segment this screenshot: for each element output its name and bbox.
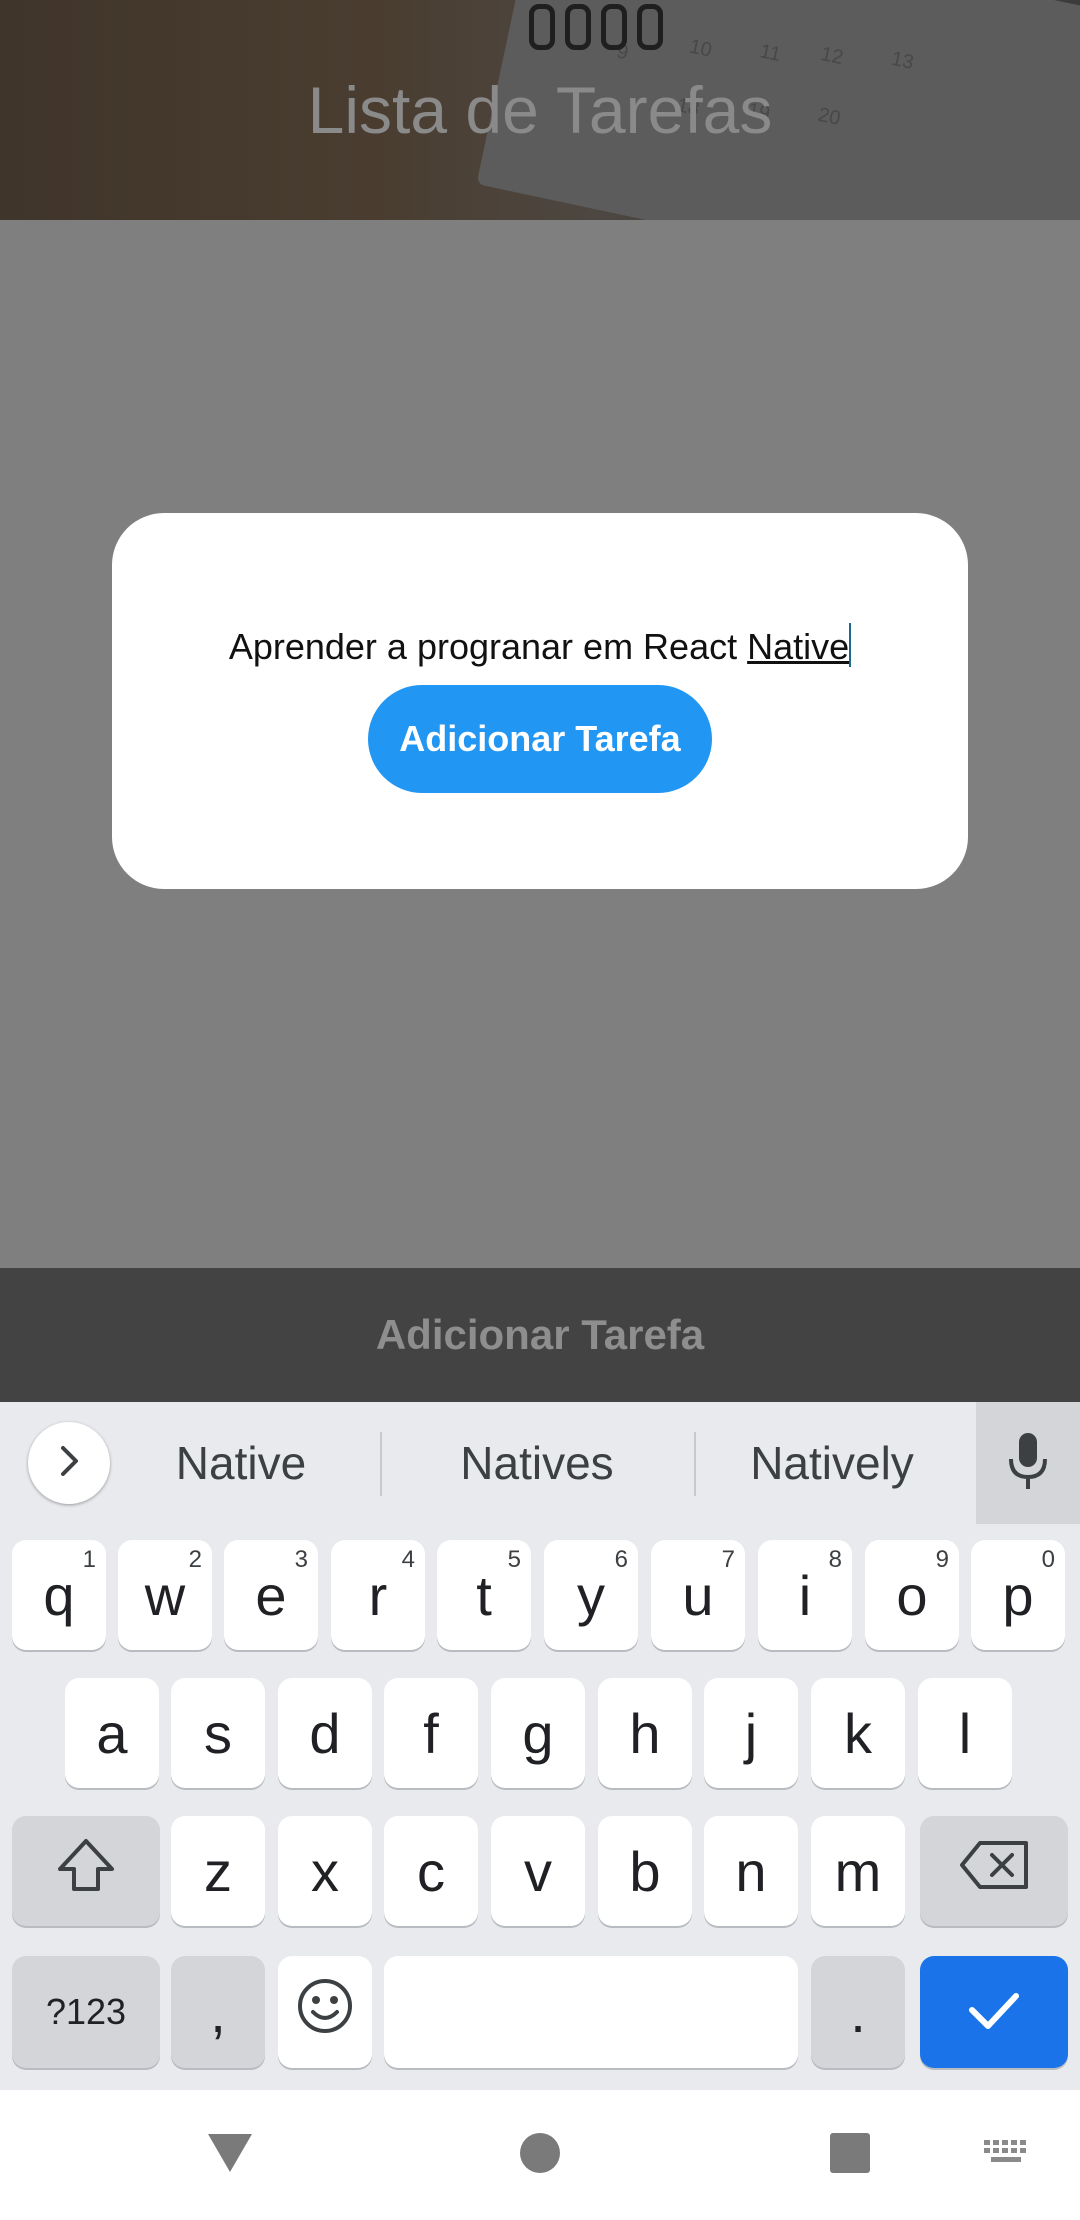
- expand-toolbar-button[interactable]: [28, 1422, 110, 1504]
- home-icon: [518, 2131, 562, 2180]
- symbols-key[interactable]: ?123: [12, 1956, 160, 2068]
- key-r[interactable]: r4: [331, 1540, 425, 1650]
- key-o[interactable]: o9: [865, 1540, 959, 1650]
- key-hint: 3: [294, 1546, 308, 1573]
- space-key[interactable]: [384, 1956, 798, 2068]
- key-f[interactable]: f: [384, 1678, 478, 1788]
- key-hint: 6: [614, 1546, 628, 1573]
- key-j[interactable]: j: [704, 1678, 798, 1788]
- key-x[interactable]: x: [278, 1816, 372, 1926]
- keyboard-switch-icon: [983, 2138, 1029, 2173]
- task-input-text: Aprender a progranar em React: [228, 626, 748, 667]
- key-p[interactable]: p0: [971, 1540, 1065, 1650]
- suggestion-2[interactable]: Natives: [400, 1402, 674, 1524]
- key-g[interactable]: g: [491, 1678, 585, 1788]
- add-task-button[interactable]: Adicionar Tarefa: [368, 685, 712, 793]
- app-header: 1 2 3 4 5 9 10 11 12 13 18 19 20 Lista d…: [0, 0, 1080, 220]
- back-icon: [206, 2132, 254, 2179]
- key-a[interactable]: a: [65, 1678, 159, 1788]
- key-hint: 1: [82, 1546, 96, 1573]
- key-e[interactable]: e3: [224, 1540, 318, 1650]
- key-hint: 4: [401, 1546, 415, 1573]
- key-hint: 0: [1041, 1546, 1055, 1573]
- key-u[interactable]: u7: [651, 1540, 745, 1650]
- chevron-right-icon: [54, 1444, 84, 1483]
- nav-back-button[interactable]: [190, 2090, 270, 2220]
- enter-key[interactable]: [920, 1956, 1068, 2068]
- key-hint: 2: [188, 1546, 202, 1573]
- key-y[interactable]: y6: [544, 1540, 638, 1650]
- nav-keyboard-switch-button[interactable]: [966, 2090, 1046, 2220]
- key-label: w: [144, 1563, 186, 1627]
- comma-key[interactable]: ,: [171, 1956, 265, 2068]
- backspace-icon: [958, 1839, 1030, 1904]
- key-label: p: [1002, 1563, 1034, 1627]
- calendar-rings: [525, 0, 705, 60]
- key-label: o: [896, 1563, 928, 1627]
- page-title: Lista de Tarefas: [307, 73, 773, 147]
- key-d[interactable]: d: [278, 1678, 372, 1788]
- shift-icon: [56, 1837, 116, 1906]
- key-b[interactable]: b: [598, 1816, 692, 1926]
- add-task-bottom-button[interactable]: Adicionar Tarefa: [0, 1268, 1080, 1402]
- key-i[interactable]: i8: [758, 1540, 852, 1650]
- key-hint: 9: [935, 1546, 949, 1573]
- key-q[interactable]: q1: [12, 1540, 106, 1650]
- key-hint: 7: [721, 1546, 735, 1573]
- key-m[interactable]: m: [811, 1816, 905, 1926]
- mic-icon: [1006, 1431, 1050, 1496]
- key-label: q: [43, 1563, 75, 1627]
- emoji-icon: [296, 1977, 354, 2048]
- suggestion-divider: [694, 1432, 696, 1496]
- key-hint: 5: [507, 1546, 521, 1573]
- key-n[interactable]: n: [704, 1816, 798, 1926]
- soft-keyboard: Native Natives Natively q1 w2 e3 r4 t5 y…: [0, 1402, 1080, 2090]
- key-label: u: [682, 1563, 714, 1627]
- suggestion-strip: Native Natives Natively: [0, 1402, 1080, 1524]
- recents-icon: [829, 2132, 871, 2179]
- key-c[interactable]: c: [384, 1816, 478, 1926]
- nav-recents-button[interactable]: [810, 2090, 890, 2220]
- emoji-key[interactable]: [278, 1956, 372, 2068]
- shift-key[interactable]: [12, 1816, 160, 1926]
- check-icon: [966, 1980, 1022, 2045]
- key-hint: 8: [828, 1546, 842, 1573]
- suggestion-1[interactable]: Native: [120, 1402, 362, 1524]
- key-label: e: [255, 1563, 287, 1627]
- voice-input-button[interactable]: [976, 1402, 1080, 1524]
- key-h[interactable]: h: [598, 1678, 692, 1788]
- key-label: y: [577, 1563, 605, 1627]
- text-cursor: [849, 623, 852, 667]
- task-input[interactable]: Aprender a progranar em React Native: [112, 623, 968, 668]
- key-t[interactable]: t5: [437, 1540, 531, 1650]
- task-input-composing-word: Native: [747, 626, 850, 667]
- key-k[interactable]: k: [811, 1678, 905, 1788]
- key-l[interactable]: l: [918, 1678, 1012, 1788]
- key-z[interactable]: z: [171, 1816, 265, 1926]
- key-w[interactable]: w2: [118, 1540, 212, 1650]
- add-task-modal: Aprender a progranar em React Native Adi…: [112, 513, 968, 889]
- backspace-key[interactable]: [920, 1816, 1068, 1926]
- period-key[interactable]: .: [811, 1956, 905, 2068]
- key-label: i: [798, 1563, 812, 1627]
- suggestion-divider: [380, 1432, 382, 1496]
- key-v[interactable]: v: [491, 1816, 585, 1926]
- system-navigation-bar: [0, 2090, 1080, 2220]
- key-s[interactable]: s: [171, 1678, 265, 1788]
- key-label: t: [476, 1563, 492, 1627]
- suggestion-3[interactable]: Natively: [714, 1402, 950, 1524]
- key-label: r: [368, 1563, 388, 1627]
- nav-home-button[interactable]: [500, 2090, 580, 2220]
